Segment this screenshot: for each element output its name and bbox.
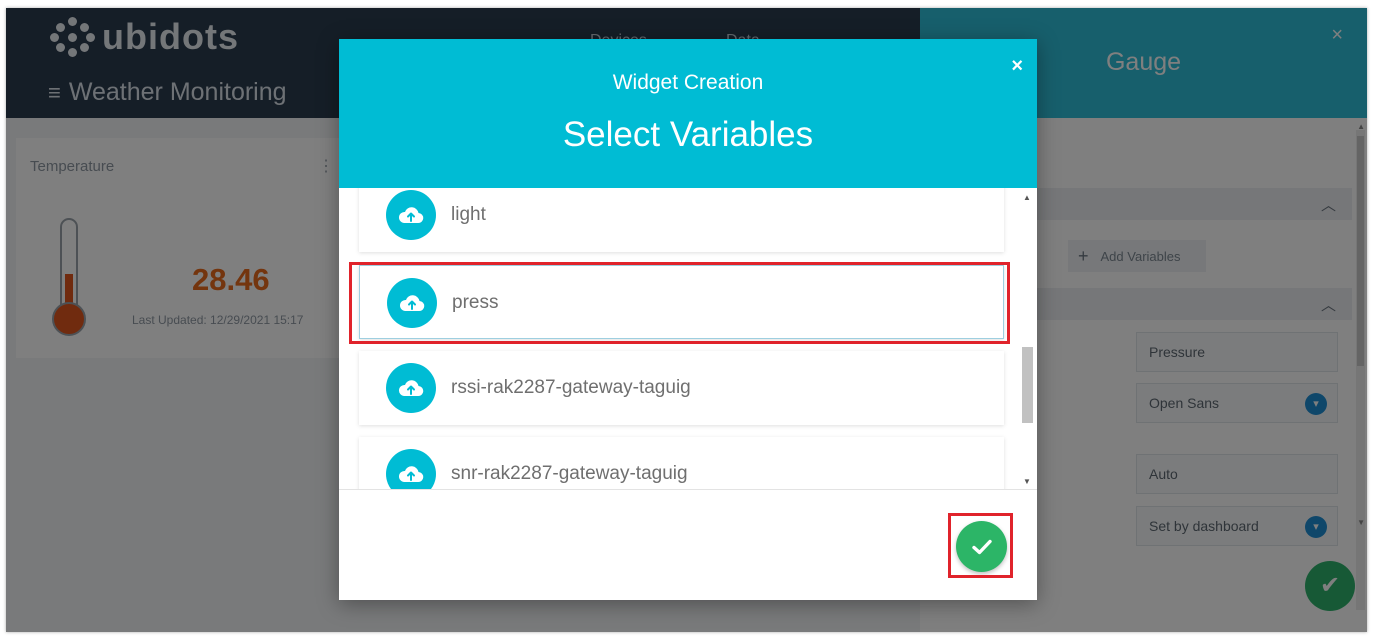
modal-title: Select Variables (562, 115, 814, 154)
variable-list-scrollbar[interactable]: ▲ ▼ (1019, 191, 1035, 491)
cloud-upload-icon (386, 363, 436, 413)
variable-label: snr-rak2287-gateway-taguig (451, 463, 688, 484)
screenshot-stage: ubidots Devices ⌄ Data ⌄ ≡ Weather Monit… (6, 8, 1367, 632)
cloud-upload-icon (386, 449, 436, 489)
select-variables-modal: Widget Creation Select Variables × light… (339, 39, 1037, 600)
variable-item-light[interactable]: light (359, 188, 1004, 252)
variable-list-scroll-thumb[interactable] (1022, 347, 1033, 423)
scroll-up-arrow-icon[interactable]: ▲ (1023, 193, 1031, 202)
confirm-button-highlight (948, 513, 1013, 578)
scroll-down-arrow-icon[interactable]: ▼ (1023, 477, 1031, 486)
variable-item-rssi[interactable]: rssi-rak2287-gateway-taguig (359, 351, 1004, 425)
variable-label: rssi-rak2287-gateway-taguig (451, 377, 691, 398)
modal-footer (339, 489, 1037, 600)
selected-variable-highlight (349, 262, 1010, 344)
variable-item-snr[interactable]: snr-rak2287-gateway-taguig (359, 437, 1004, 489)
cloud-upload-icon (386, 190, 436, 240)
modal-header: Widget Creation Select Variables × (339, 39, 1037, 188)
variable-label: light (451, 204, 486, 225)
close-icon[interactable]: × (1011, 55, 1023, 78)
modal-subtitle: Widget Creation (612, 71, 764, 94)
